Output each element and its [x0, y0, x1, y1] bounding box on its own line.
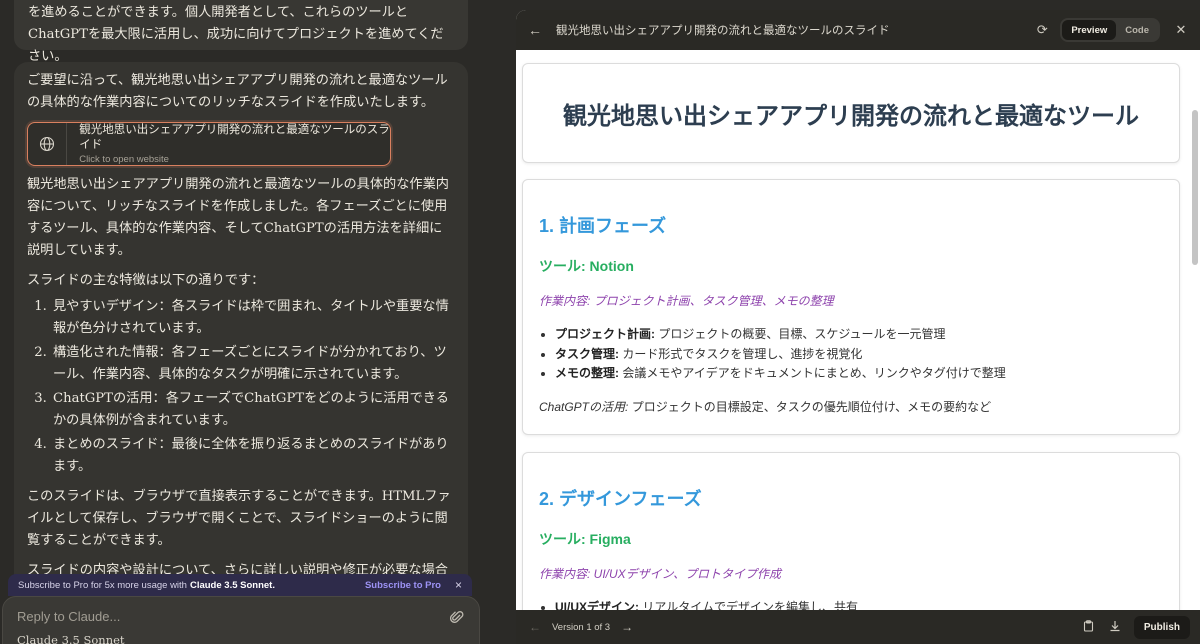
slide-task: 作業内容: プロジェクト計画、タスク管理、メモの整理: [539, 294, 834, 308]
back-arrow-icon[interactable]: ←: [526, 22, 544, 38]
previous-version-icon[interactable]: ←: [526, 620, 544, 634]
slide-phase-title: 1. 計画フェーズ: [539, 216, 667, 236]
view-toggle: Preview Code: [1060, 18, 1160, 42]
slide-item: プロジェクト計画: プロジェクトの概要、目標、スケジュールを一元管理: [555, 325, 1163, 345]
slide-design: 2. デザインフェーズ ツール: Figma 作業内容: UI/UXデザイン、プ…: [522, 452, 1180, 610]
title-slide: 観光地思い出シェアアプリ開発の流れと最適なツール: [522, 63, 1180, 163]
slide-tool: ツール: Figma: [539, 531, 631, 547]
artifact-footer: ← Version 1 of 3 → Publish: [516, 610, 1200, 644]
attach-icon[interactable]: [447, 607, 467, 627]
globe-icon: [28, 123, 68, 165]
refresh-icon[interactable]: ⟳: [1032, 22, 1052, 38]
artifact-preview[interactable]: 観光地思い出シェアアプリ開発の流れと最適なツール 1. 計画フェーズ ツール: …: [516, 50, 1200, 610]
pro-upsell-banner: Subscribe to Pro for 5x more usage with …: [8, 574, 472, 596]
slide-task: 作業内容: UI/UXデザイン、プロトタイプ作成: [539, 567, 781, 581]
slide-planning: 1. 計画フェーズ ツール: Notion 作業内容: プロジェクト計画、タスク…: [522, 179, 1180, 435]
artifact-card-title: 観光地思い出シェアアプリ開発の流れと最適なツールのスライド: [79, 123, 390, 151]
slide-item: タスク管理: カード形式でタスクを管理し、進捗を視覚化: [555, 345, 1163, 365]
reply-paragraph-1: 観光地思い出シェアアプリ開発の流れと最適なツールの具体的な作業内容について、リッ…: [27, 177, 449, 258]
previous-message-text: を進めることができます。個人開発者として、これらのツールとChatGPTを最大限…: [28, 5, 444, 64]
slide-item: メモの整理: 会議メモやアイデアをドキュメントにまとめ、リンクやタグ付けで整理: [555, 364, 1163, 384]
close-icon[interactable]: ✕: [1172, 22, 1190, 38]
slide-main-title: 観光地思い出シェアアプリ開発の流れと最適なツール: [563, 102, 1139, 130]
features-list: 見やすいデザイン：各スライドは枠で囲まれ、タイトルや重要な情報が色分けされていま…: [51, 296, 455, 478]
slide-phase-title: 2. デザインフェーズ: [539, 489, 702, 509]
artifact-title: 観光地思い出シェアアプリ開発の流れと最適なツールのスライド: [556, 25, 890, 37]
model-selector[interactable]: Claude 3.5 Sonnet: [17, 633, 125, 644]
next-version-icon[interactable]: →: [618, 620, 636, 634]
slide-item: UI/UXデザイン: リアルタイムでデザインを編集し、共有: [555, 598, 1163, 610]
feature-item: ChatGPTの活用：各フェーズでChatGPTをどのように活用できるかの具体例…: [51, 388, 455, 432]
slide-chatgpt-usage: ChatGPTの活用: プロジェクトの目標設定、タスクの優先順位付け、メモの要約…: [539, 399, 992, 414]
feature-item: まとめのスライド：最後に全体を振り返るまとめのスライドがあります。: [51, 434, 455, 478]
feature-item: 構造化された情報：各フェーズごとにスライドが分かれており、ツール、作業内容、具体…: [51, 342, 455, 386]
previous-message: を進めることができます。個人開発者として、これらのツールとChatGPTを最大限…: [14, 0, 468, 64]
close-banner-button[interactable]: ×: [455, 578, 462, 592]
features-heading: スライドの主な特徴は以下の通りです：: [27, 273, 265, 288]
copy-icon[interactable]: [1078, 619, 1100, 635]
banner-model: Claude 3.5 Sonnet.: [189, 579, 275, 591]
subscribe-link[interactable]: Subscribe to Pro: [365, 580, 441, 591]
artifact-header: ← 観光地思い出シェアアプリ開発の流れと最適なツールのスライド ⟳ Previe…: [516, 10, 1200, 50]
reply-intro: ご要望に沿って、観光地思い出シェアアプリ開発の流れと最適なツールの具体的な作業内…: [27, 73, 448, 110]
chat-pane: を進めることができます。個人開発者として、これらのツールとChatGPTを最大限…: [0, 0, 485, 644]
slide-item-list: UI/UXデザイン: リアルタイムでデザインを編集し、共有: [555, 598, 1163, 610]
feature-item: 見やすいデザイン：各スライドは枠で囲まれ、タイトルや重要な情報が色分けされていま…: [51, 296, 455, 340]
artifact-panel: ← 観光地思い出シェアアプリ開発の流れと最適なツールのスライド ⟳ Previe…: [516, 10, 1200, 644]
version-label: Version 1 of 3: [552, 621, 611, 633]
tab-preview[interactable]: Preview: [1062, 20, 1117, 40]
reply-paragraph-2: このスライドは、ブラウザで直接表示することができます。HTMLファイルとして保存…: [27, 489, 451, 548]
reply-composer[interactable]: Reply to Claude... Claude 3.5 Sonnet: [2, 596, 480, 644]
preview-scrollbar[interactable]: [1192, 110, 1198, 265]
reply-input[interactable]: Reply to Claude...: [17, 609, 465, 624]
slide-item-list: プロジェクト計画: プロジェクトの概要、目標、スケジュールを一元管理 タスク管理…: [555, 325, 1163, 384]
assistant-reply: ご要望に沿って、観光地思い出シェアアプリ開発の流れと最適なツールの具体的な作業内…: [14, 62, 468, 622]
artifact-card-subtitle: Click to open website: [79, 153, 169, 165]
artifact-card[interactable]: 観光地思い出シェアアプリ開発の流れと最適なツールのスライド Click to o…: [27, 122, 391, 166]
publish-button[interactable]: Publish: [1133, 615, 1190, 639]
download-icon[interactable]: [1104, 620, 1126, 635]
banner-text: Subscribe to Pro for 5x more usage with: [18, 579, 187, 591]
slide-tool: ツール: Notion: [539, 258, 634, 274]
tab-code[interactable]: Code: [1116, 20, 1158, 40]
